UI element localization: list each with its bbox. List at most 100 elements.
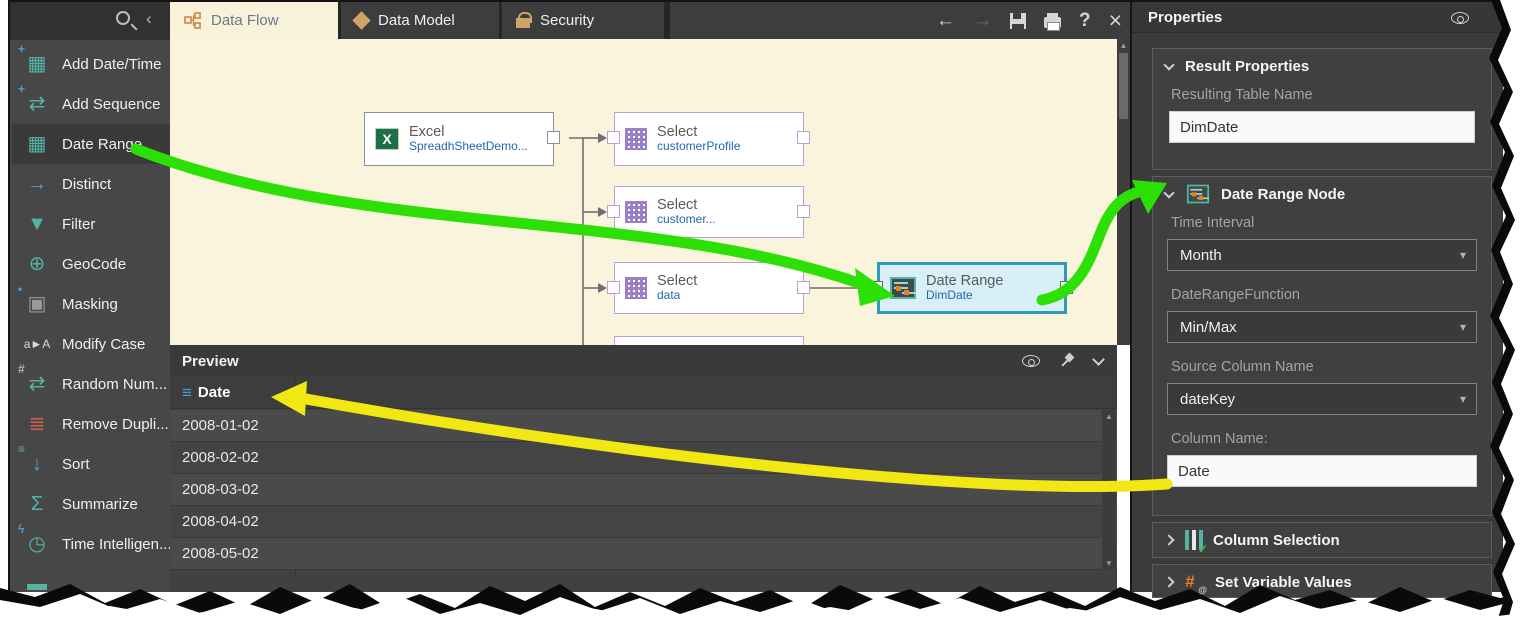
modify-case-icon: a►A [20, 330, 54, 358]
scroll-down-icon[interactable]: ▼ [1102, 559, 1116, 568]
sidebar-item-add-date-time[interactable]: ▦ + Add Date/Time [12, 44, 170, 84]
table-row[interactable]: 2008-03-02 [170, 474, 1117, 506]
chevron-down-icon: ▾ [1460, 320, 1466, 334]
sidebar-item-item-13[interactable]: ▬ [12, 564, 170, 592]
sidebar-item-random-num[interactable]: ⇄ # Random Num... [12, 364, 170, 404]
input-port[interactable] [870, 281, 883, 294]
input-port[interactable] [607, 205, 620, 218]
sidebar-item-summarize[interactable]: Σ Summarize [12, 484, 170, 524]
distinct-icon: → [20, 170, 54, 198]
date-range-node-icon [890, 277, 916, 299]
set-variables-icon: # [1185, 572, 1205, 592]
sidebar-item-modify-case[interactable]: a►A Modify Case [12, 324, 170, 364]
add-sequence-icon: ⇄ + [20, 90, 54, 118]
node-select-customer[interactable]: Select customer... [614, 186, 804, 238]
properties-title: Properties [1148, 9, 1222, 26]
node-select-data[interactable]: Select data [614, 262, 804, 314]
sidebar-item-add-sequence[interactable]: ⇄ + Add Sequence [12, 84, 170, 124]
table-row[interactable]: 2008-01-02 [170, 410, 1117, 442]
sidebar-item-sort[interactable]: ↓ ≡ Sort [12, 444, 170, 484]
scroll-up-icon[interactable]: ▲ [1117, 41, 1130, 50]
date-range-node-section: Date Range Node Time Interval Month ▾ Da… [1152, 176, 1492, 516]
transform-sidebar: ‹ ▦ + Add Date/Time ⇄ + Add Sequ [10, 2, 170, 592]
time-intelligence-icon: ◷ ϟ [20, 530, 54, 558]
pin-icon[interactable] [1060, 354, 1074, 368]
add-datetime-icon: ▦ + [20, 50, 54, 78]
chevron-right-icon [1163, 576, 1174, 587]
column-selection-section: Column Selection [1152, 522, 1492, 558]
resulting-table-name-input[interactable]: DimDate [1169, 111, 1475, 143]
help-icon[interactable]: ? [1079, 11, 1091, 30]
table-row[interactable]: 2008-04-02 [170, 506, 1117, 538]
preview-rows: 2008-01-02 2008-02-02 2008-03-02 2008-04… [170, 410, 1117, 570]
column-selection-icon [1185, 530, 1203, 550]
output-port[interactable] [1060, 281, 1073, 294]
source-column-name-label: Source Column Name [1171, 359, 1491, 375]
input-port[interactable] [607, 281, 620, 294]
random-number-icon: ⇄ # [20, 370, 54, 398]
daterange-function-dropdown[interactable]: Min/Max ▾ [1167, 311, 1477, 343]
table-row[interactable]: 2008-05-02 [170, 538, 1117, 570]
sidebar-item-time-intelligen[interactable]: ◷ ϟ Time Intelligen... [12, 524, 170, 564]
filter-icon: ▼ [20, 210, 54, 238]
source-column-dropdown[interactable]: dateKey ▾ [1167, 383, 1477, 415]
result-properties-section-header[interactable]: Result Properties [1153, 49, 1491, 83]
app-root: ‹ ▦ + Add Date/Time ⇄ + Add Sequ [0, 0, 1530, 623]
column-name-label: Column Name: [1171, 431, 1491, 447]
sidebar-item-filter[interactable]: ▼ Filter [12, 204, 170, 244]
tab-security[interactable]: Security [502, 2, 664, 39]
daterange-function-label: DateRangeFunction [1171, 287, 1491, 303]
chevron-down-icon [1163, 187, 1174, 198]
set-variable-values-section-header[interactable]: # Set Variable Values [1153, 565, 1491, 599]
forward-icon[interactable]: → [973, 11, 992, 30]
data-flow-canvas[interactable]: X Excel SpreadhSheetDemo... Select custo… [170, 39, 1117, 345]
column-selection-section-header[interactable]: Column Selection [1153, 523, 1491, 557]
sidebar-item-masking[interactable]: ▣ • Masking [12, 284, 170, 324]
search-icon[interactable] [116, 11, 130, 25]
save-icon[interactable] [1010, 13, 1026, 29]
canvas-vertical-scrollbar[interactable]: ▲ [1117, 39, 1130, 345]
print-icon[interactable] [1044, 17, 1061, 28]
sidebar-item-date-range[interactable]: ▦ Date Range [12, 124, 170, 164]
input-port[interactable] [607, 131, 620, 144]
sidebar-collapse-icon[interactable]: ‹ [146, 9, 152, 29]
masking-icon: ▣ • [20, 290, 54, 318]
column-name-input[interactable]: Date [1167, 455, 1477, 487]
result-properties-section: Result Properties Resulting Table Name D… [1152, 48, 1492, 170]
time-interval-dropdown[interactable]: Month ▾ [1167, 239, 1477, 271]
preview-vertical-scrollbar[interactable]: ▲ ▼ [1102, 410, 1116, 570]
node-select-clipped[interactable] [614, 336, 804, 345]
output-port[interactable] [797, 281, 810, 294]
scroll-up-icon[interactable]: ▲ [1102, 412, 1116, 421]
collapse-panel-icon[interactable] [1092, 353, 1105, 366]
tab-data-flow[interactable]: Data Flow [170, 2, 338, 39]
node-select-customerprofile[interactable]: Select customerProfile [614, 112, 804, 166]
output-port[interactable] [547, 131, 560, 144]
table-row[interactable]: 2008-02-02 [170, 442, 1117, 474]
chevron-down-icon: ▾ [1460, 392, 1466, 406]
back-icon[interactable]: ← [936, 11, 955, 30]
select-grid-icon [625, 277, 647, 299]
output-port[interactable] [797, 205, 810, 218]
time-interval-label: Time Interval [1171, 215, 1491, 231]
sort-icon: ↓ ≡ [20, 450, 54, 478]
node-date-range[interactable]: Date Range DimDate [877, 262, 1067, 314]
tab-data-model[interactable]: Data Model [341, 2, 499, 39]
eye-icon[interactable] [1451, 12, 1469, 24]
preview-title: Preview [182, 353, 239, 370]
eye-icon[interactable] [1022, 355, 1040, 367]
output-port[interactable] [797, 131, 810, 144]
geocode-icon: ⊕ [20, 250, 54, 278]
scrollbar-thumb[interactable] [1119, 53, 1128, 119]
node-excel-source[interactable]: X Excel SpreadhSheetDemo... [364, 112, 554, 166]
data-flow-icon [184, 12, 201, 29]
date-range-node-section-header[interactable]: Date Range Node [1153, 177, 1491, 211]
preview-table-header[interactable]: ≡ Date [170, 377, 1117, 409]
close-icon[interactable]: × [1109, 9, 1122, 32]
excel-icon: X [375, 128, 399, 150]
sidebar-item-distinct[interactable]: → Distinct [12, 164, 170, 204]
sort-filter-icon[interactable]: ≡ [182, 383, 192, 403]
sidebar-item-geocode[interactable]: ⊕ GeoCode [12, 244, 170, 284]
sidebar-item-remove-dupli[interactable]: ≣ Remove Dupli... [12, 404, 170, 444]
column-header-date[interactable]: Date [198, 384, 231, 401]
